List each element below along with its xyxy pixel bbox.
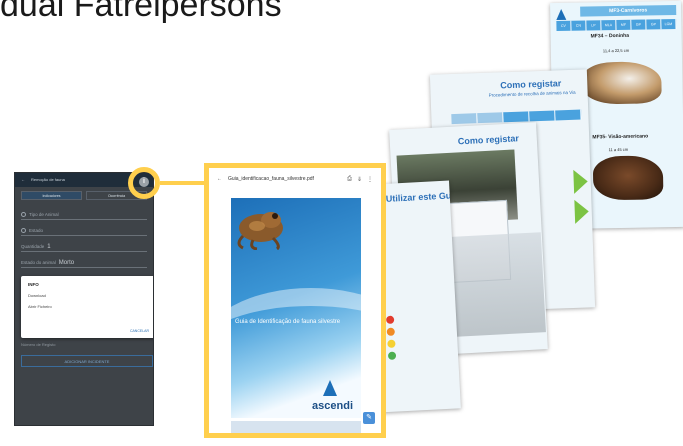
pdf-viewer: ← Guia_identificacao_fauna_silvestre.pdf… xyxy=(204,163,386,438)
strip-cell xyxy=(529,110,556,122)
strip-cell: GP xyxy=(646,19,662,30)
group-strip: CV CN LP MLA MF GP GP LGM xyxy=(556,18,677,32)
field-label: Estado xyxy=(29,228,44,233)
brand-name: ascendi xyxy=(312,400,353,412)
pdf-filename: Guia_identificacao_fauna_silvestre.pdf xyxy=(228,176,314,182)
quantity-field[interactable]: Quantidade 1 xyxy=(21,242,147,252)
legend-dot-red xyxy=(385,315,395,325)
species-b-name: MF35- Visão-americano xyxy=(592,133,649,141)
add-incident-button[interactable]: ADICIONAR INCIDENTE xyxy=(21,355,153,367)
info-dialog: INFO Download Abrir Ficheiro CANCELAR xyxy=(21,276,153,338)
strip-cell: LGM xyxy=(661,18,677,30)
next-page-preview xyxy=(231,421,361,433)
step-arrow xyxy=(574,199,590,224)
field-value: 1 xyxy=(47,243,51,250)
strip-cell xyxy=(555,109,582,121)
species-b-size: 11 a 45 cm xyxy=(608,146,629,153)
dialog-title: INFO xyxy=(28,282,39,287)
pdf-cover-page: Guia de Identificação de fauna silvestre… xyxy=(231,198,361,418)
strip-cell: CN xyxy=(571,20,587,31)
record-number-label: Número de Registo xyxy=(21,342,56,347)
back-arrow-icon[interactable]: ← xyxy=(21,177,25,183)
field-value: Morto xyxy=(58,259,75,266)
cancel-button[interactable]: CANCELAR xyxy=(130,329,149,333)
edit-fab-icon[interactable]: ✎ xyxy=(363,412,375,424)
print-icon[interactable]: ⎙ xyxy=(347,176,352,183)
strip-cell: MLA xyxy=(601,20,617,31)
weasel-image xyxy=(581,61,662,105)
slide-canvas: dual Fatrelpersons MF3-Carnívoros CV CN … xyxy=(0,0,683,446)
frog-image xyxy=(237,212,283,250)
highlight-circle xyxy=(128,167,160,199)
toolbar-actions: ⎙ ⇓ ⋮ xyxy=(347,176,373,183)
viewer-toolbar: ← Guia_identificacao_fauna_silvestre.pdf… xyxy=(209,168,381,190)
open-file-option[interactable]: Abrir Ficheiro xyxy=(28,304,148,309)
more-options-icon[interactable]: ⋮ xyxy=(367,176,373,183)
strip-cell xyxy=(503,111,530,123)
group-strip xyxy=(451,109,582,125)
download-icon[interactable]: ⇓ xyxy=(357,176,362,183)
animal-state-field[interactable]: Estado do animal Morto xyxy=(21,258,147,268)
tab-indicators[interactable]: Indicadores xyxy=(21,191,82,200)
strip-cell: CV xyxy=(556,20,572,32)
species-a-name: MF34 – Doninha xyxy=(590,32,630,40)
cover-title: Guia de Identificação de fauna silvestre xyxy=(235,319,341,325)
legend-dot-yellow xyxy=(387,339,396,348)
strip-cell: LP xyxy=(586,20,602,31)
download-option[interactable]: Download xyxy=(28,293,148,298)
page-title: Como registar xyxy=(500,78,562,91)
color-legend xyxy=(385,309,450,382)
cover-swoosh xyxy=(231,288,361,408)
ascendi-mini-logo xyxy=(556,8,567,21)
page-header: MF3-Carnívoros xyxy=(580,4,677,17)
radio-icon xyxy=(21,228,26,233)
field-label: Quantidade xyxy=(21,244,45,249)
state-field[interactable]: Estado xyxy=(21,226,147,236)
legend-dot-orange xyxy=(386,327,396,336)
page-subtitle: Procedimento de recolha de animais na Vi… xyxy=(488,89,576,98)
ascendi-logo-icon xyxy=(323,380,337,396)
strip-cell: MF xyxy=(616,19,632,31)
back-arrow-icon[interactable]: ← xyxy=(217,176,222,182)
field-label: Tipo de Animal xyxy=(29,212,59,217)
animal-type-field[interactable]: Tipo de Animal xyxy=(21,210,147,220)
mink-image xyxy=(592,155,664,201)
strip-cell xyxy=(477,112,504,124)
strip-cell: GP xyxy=(631,19,647,30)
callout-connector xyxy=(160,181,208,185)
app-bar-title: Remoção de fauna xyxy=(31,177,65,182)
species-a-size: 11,4 a 22,5 cm xyxy=(602,47,630,54)
radio-icon xyxy=(21,212,26,217)
field-label: Estado do animal xyxy=(21,260,56,265)
step-arrow xyxy=(573,169,589,194)
phone-screenshot: ← Remoção de fauna Indicadores Ocorrênci… xyxy=(14,172,154,426)
strip-cell xyxy=(451,113,478,125)
page-title: Como registar xyxy=(457,133,520,147)
slide-heading: dual Fatrelpersons xyxy=(0,0,282,24)
legend-dot-green xyxy=(387,351,397,360)
